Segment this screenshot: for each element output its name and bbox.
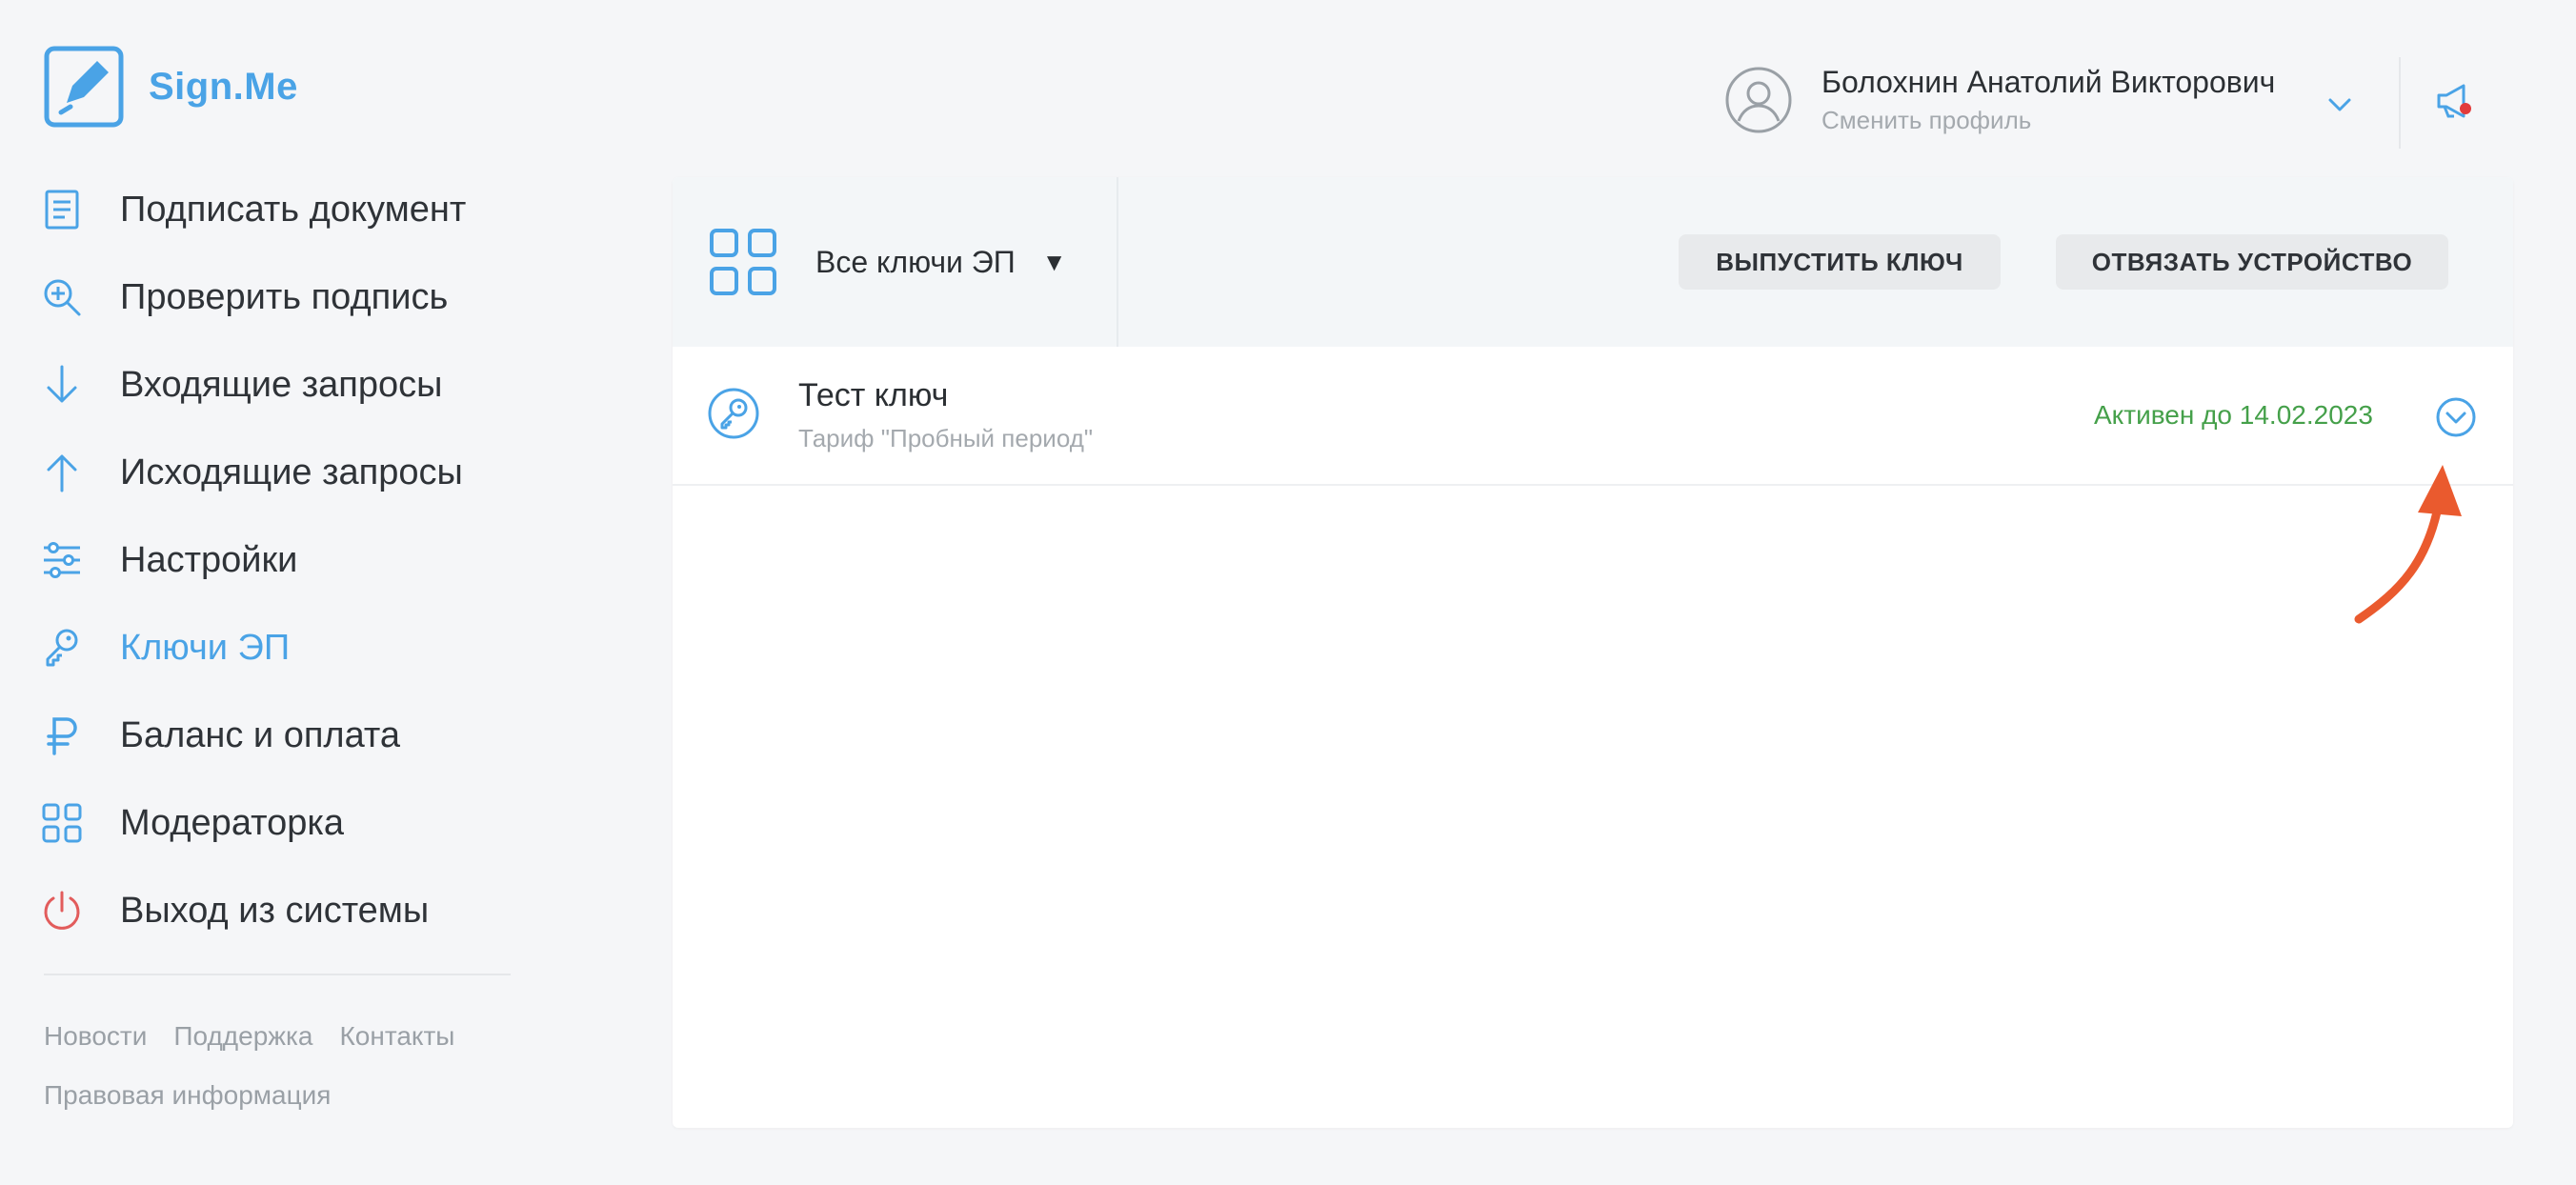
keys-panel: Все ключи ЭП ▼ ВЫПУСТИТЬ КЛЮЧ ОТВЯЗАТЬ У… bbox=[673, 177, 2513, 1128]
zoom-check-icon bbox=[38, 273, 86, 321]
footer-link-support[interactable]: Поддержка bbox=[173, 1021, 312, 1052]
sidebar-item-label: Выход из системы bbox=[120, 890, 430, 931]
sidebar-item-label: Ключи ЭП bbox=[120, 627, 291, 668]
expand-chevron-icon[interactable] bbox=[2435, 396, 2477, 438]
document-icon bbox=[38, 186, 86, 233]
sidebar-item-incoming-requests[interactable]: Входящие запросы bbox=[38, 341, 514, 429]
brand-name: Sign.Me bbox=[149, 65, 298, 108]
sidebar-divider bbox=[44, 974, 511, 975]
sidebar-item-label: Настройки bbox=[120, 539, 298, 580]
sidebar-item-balance[interactable]: Баланс и оплата bbox=[38, 692, 514, 779]
power-icon bbox=[38, 887, 86, 934]
sliders-icon bbox=[38, 536, 86, 584]
arrow-down-icon bbox=[38, 361, 86, 409]
switch-profile-link[interactable]: Сменить профиль bbox=[1821, 106, 2275, 135]
key-list-item[interactable]: Тест ключ Тариф "Пробный период" Активен… bbox=[673, 347, 2513, 486]
sidebar-item-ep-keys[interactable]: Ключи ЭП bbox=[38, 604, 514, 692]
footer-link-contacts[interactable]: Контакты bbox=[339, 1021, 454, 1052]
key-tariff: Тариф "Пробный период" bbox=[798, 424, 1094, 452]
sidebar-item-outgoing-requests[interactable]: Исходящие запросы bbox=[38, 429, 514, 516]
notification-dot bbox=[2460, 103, 2471, 114]
sidebar-item-sign-document[interactable]: Подписать документ bbox=[38, 166, 514, 253]
ruble-icon bbox=[38, 712, 86, 759]
grid-icon bbox=[710, 229, 776, 295]
sidebar-item-moderation[interactable]: Модераторка bbox=[38, 779, 514, 867]
caret-down-icon: ▼ bbox=[1041, 247, 1067, 276]
logo[interactable]: Sign.Me bbox=[44, 46, 298, 128]
signme-logo-icon bbox=[44, 46, 124, 128]
chevron-down-icon[interactable] bbox=[2324, 90, 2355, 120]
sidebar-item-label: Исходящие запросы bbox=[120, 452, 463, 492]
sidebar-item-label: Входящие запросы bbox=[120, 364, 443, 405]
header-divider bbox=[2399, 57, 2401, 149]
sidebar-item-logout[interactable]: Выход из системы bbox=[38, 867, 514, 954]
profile-name: Болохнин Анатолий Викторович bbox=[1821, 65, 2276, 99]
footer-links: Новости Поддержка Контакты Правовая инфо… bbox=[44, 1021, 454, 1139]
sidebar-item-label: Проверить подпись bbox=[120, 276, 449, 317]
sidebar-item-label: Модераторка bbox=[120, 802, 344, 843]
key-icon bbox=[38, 624, 86, 672]
grid-icon bbox=[38, 799, 86, 847]
megaphone-icon[interactable] bbox=[2431, 78, 2477, 124]
footer-link-legal[interactable]: Правовая информация bbox=[44, 1080, 331, 1111]
sidebar-item-label: Подписать документ bbox=[120, 189, 467, 230]
annotation-arrow-icon bbox=[2354, 465, 2462, 624]
keys-toolbar: Все ключи ЭП ▼ ВЫПУСТИТЬ КЛЮЧ ОТВЯЗАТЬ У… bbox=[673, 177, 2513, 347]
sidebar-item-label: Баланс и оплата bbox=[120, 714, 400, 755]
profile-switcher[interactable]: Болохнин Анатолий Викторович Сменить про… bbox=[1724, 65, 2275, 135]
sidebar-nav: Подписать документ Проверить подпись Вхо… bbox=[38, 166, 514, 954]
sidebar-item-verify-signature[interactable]: Проверить подпись bbox=[38, 253, 514, 341]
key-status: Активен до 14.02.2023 bbox=[2094, 400, 2373, 430]
footer-link-news[interactable]: Новости bbox=[44, 1021, 147, 1052]
issue-key-button[interactable]: ВЫПУСТИТЬ КЛЮЧ bbox=[1679, 234, 2001, 290]
sidebar-item-settings[interactable]: Настройки bbox=[38, 516, 514, 604]
keys-filter-dropdown[interactable]: Все ключи ЭП ▼ bbox=[673, 177, 1118, 347]
filter-label: Все ключи ЭП bbox=[815, 244, 1016, 279]
key-badge-icon bbox=[708, 388, 759, 439]
unbind-device-button[interactable]: ОТВЯЗАТЬ УСТРОЙСТВО bbox=[2056, 234, 2448, 290]
key-name: Тест ключ bbox=[798, 377, 949, 413]
arrow-up-icon bbox=[38, 449, 86, 496]
avatar bbox=[1725, 67, 1792, 133]
